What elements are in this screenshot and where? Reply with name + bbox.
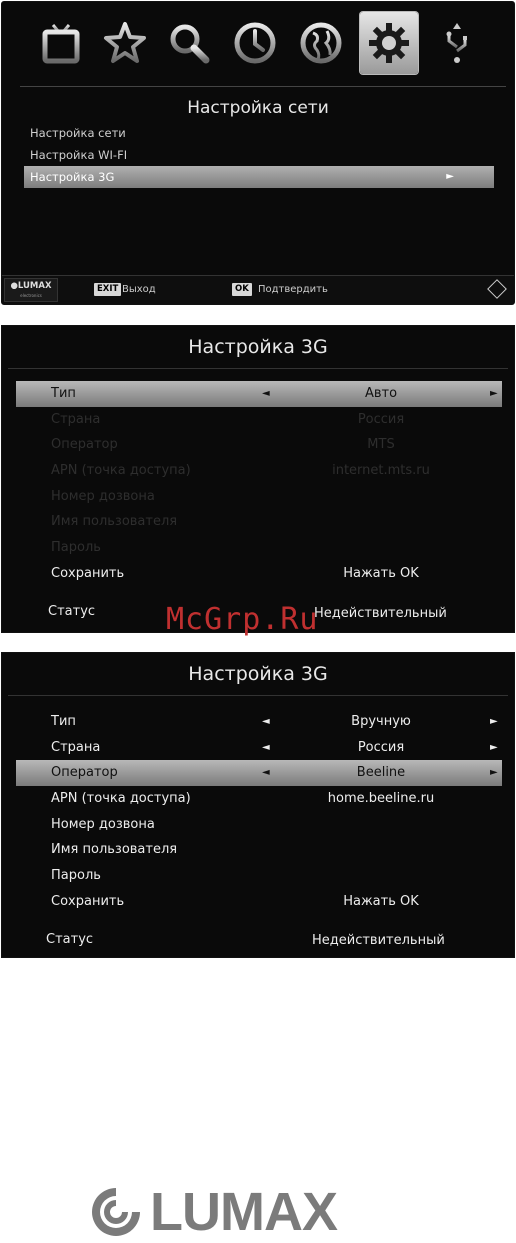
arrow-right-icon[interactable]: ► [490,735,498,761]
setting-row-type[interactable]: Тип ◄ Вручную ► [16,709,502,735]
save-hint: Нажать OK [343,893,419,909]
setting-label: Имя пользователя [51,842,178,858]
setting-row-save[interactable]: Сохранить Нажать OK [16,561,502,587]
setting-value: Россия [357,739,405,755]
status-label: Статус [48,604,96,619]
setting-label: Тип [51,386,76,401]
setting-value: Авто [364,386,398,401]
setting-row-type[interactable]: Тип ◄ Авто ► [16,381,502,407]
setting-value: home.beeline.ru [327,791,435,807]
setting-value: MTS [367,437,395,453]
globe-icon[interactable] [292,12,350,74]
setting-label: Сохранить [51,565,125,581]
setting-value: Россия [357,411,405,427]
setting-label: Оператор [51,437,118,453]
clock-icon[interactable] [226,12,284,74]
setting-row-password: Пароль [16,535,502,561]
setting-row-dial-number[interactable]: Номер дозвона [16,812,502,838]
arrow-right-icon[interactable]: ► [490,381,498,407]
setting-label: Номер дозвона [51,488,155,504]
setting-row-operator: Оператор MTS [16,432,502,458]
setting-label: Пароль [51,868,101,884]
page-title: Настройка 3G [188,336,328,358]
settings-list: Тип ◄ Авто ► Страна Россия Оператор MTS AP… [16,381,502,587]
network-settings-screen: Настройка сети Настройка сети Настройка … [1,1,515,305]
status-label: Статус [46,932,94,947]
menu-item-network[interactable]: Настройка сети [24,122,494,144]
watermark: McGrp.Ru [166,602,319,637]
save-hint: Нажать OK [343,565,419,581]
star-icon[interactable] [96,12,154,74]
setting-label: Сохранить [51,893,125,909]
setting-row-operator[interactable]: Оператор ◄ Beeline ► [16,760,502,787]
menu-item-label: Настройка сети [30,126,126,140]
setting-row-password[interactable]: Пароль [16,863,502,889]
search-icon[interactable] [160,12,218,74]
arrow-left-icon[interactable]: ◄ [262,735,270,761]
brand-logo: LUMAX [88,1182,338,1242]
setting-value: Вручную [351,714,411,729]
arrow-left-icon[interactable]: ◄ [262,709,270,735]
setting-row-dial-number: Номер дозвона [16,484,502,510]
header: Настройка 3G [8,326,508,369]
setting-row-country[interactable]: Страна ◄ Россия ► [16,735,502,761]
settings-list: Тип ◄ Вручную ► Страна ◄ Россия ► Операт… [16,709,502,915]
setting-value: Beeline [356,765,406,781]
tv-icon[interactable] [32,12,90,74]
setting-value: internet.mts.ru [332,463,430,479]
confirm-label: Подтвердить [258,284,328,295]
setting-row-apn: APN (точка доступа) internet.mts.ru [16,458,502,484]
setting-row-username[interactable]: Имя пользователя [16,837,502,863]
page-title: Настройка 3G [188,663,328,685]
arrow-right-icon[interactable]: ► [490,760,498,786]
menu-item-label: Настройка 3G [30,170,115,184]
exit-key-badge[interactable]: EXIT [94,283,122,296]
3g-settings-screen-manual: Настройка 3G Тип ◄ Вручную ► Страна ◄ Ро… [1,652,515,958]
status-value: Недействительный [314,606,447,621]
setting-label: Пароль [51,540,101,556]
menu-item-wifi[interactable]: Настройка WI-FI [24,144,494,166]
setting-label: APN (точка доступа) [51,791,191,807]
navigation-diamond-icon [487,279,507,299]
setting-row-username: Имя пользователя [16,509,502,535]
setting-row-apn[interactable]: APN (точка доступа) home.beeline.ru [16,786,502,812]
header: Настройка 3G [8,653,508,696]
setting-label: Оператор [51,765,118,781]
setting-label: Имя пользователя [51,514,178,530]
exit-label: Выход [122,284,156,295]
arrow-left-icon[interactable]: ◄ [262,760,270,786]
chevron-right-icon: ► [446,171,454,182]
setting-label: APN (точка доступа) [51,463,191,479]
arrow-left-icon[interactable]: ◄ [262,381,270,407]
lumax-swirl-icon [92,1188,140,1236]
brand-name: LUMAX [150,1182,338,1242]
usb-icon[interactable] [428,12,486,74]
setting-row-country: Страна Россия [16,407,502,433]
gear-icon[interactable] [360,12,418,74]
3g-settings-screen-auto: Настройка 3G Тип ◄ Авто ► Страна Россия О… [1,325,515,633]
setting-label: Страна [51,411,101,427]
menu-item-3g[interactable]: Настройка 3G ► [24,166,494,188]
setting-label: Тип [51,714,76,729]
network-menu: Настройка сети Настройка WI-FI Настройка… [24,122,494,188]
setting-row-save[interactable]: Сохранить Нажать OK [16,889,502,915]
lumax-logo: ●LUMAX electronics [4,278,58,302]
menu-item-label: Настройка WI-FI [30,148,128,162]
arrow-right-icon[interactable]: ► [490,709,498,735]
ok-key-badge[interactable]: OK [232,283,252,296]
setting-label: Номер дозвона [51,816,155,832]
page-title: Настройка сети [187,98,329,118]
divider [20,86,506,87]
footer-bar: ●LUMAX electronics EXIT Выход OK Подтверд… [2,275,514,304]
setting-label: Страна [51,739,101,755]
status-value: Недействительный [312,933,445,948]
